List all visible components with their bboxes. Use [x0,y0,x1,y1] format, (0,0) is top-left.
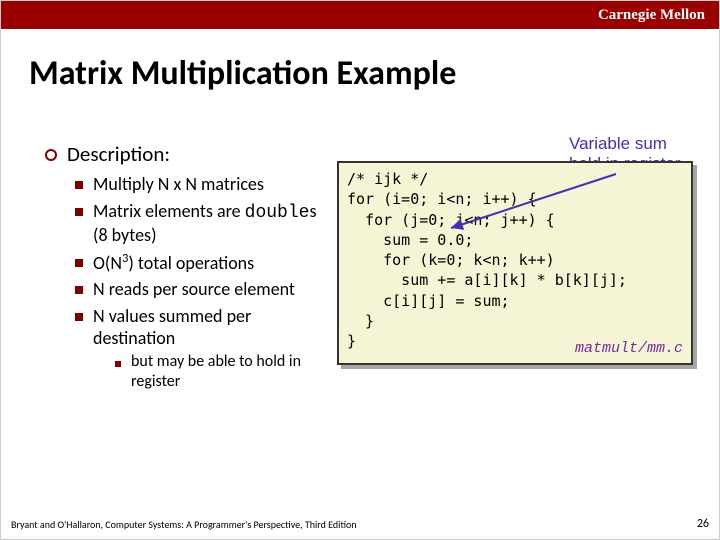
slide-title: Matrix Multiplication Example [29,53,456,94]
list-item: N reads per source element [75,278,325,301]
t: O(N [93,252,122,274]
sub-sub-list: but may be able to hold in register [115,352,325,392]
footer: Bryant and O'Hallaron, Computer Systems:… [11,517,709,531]
list-item-text: N reads per source element [93,278,295,301]
code-lines: /* ijk */ for (i=0; i<n; i++) { for (j=0… [347,169,687,351]
mono: double [245,203,310,223]
ring-bullet-icon [45,149,57,161]
source-file-label: matmult/mm.c [575,339,683,359]
list-item-text: O(N3) total operations [93,251,254,275]
t: Matrix elements are [93,200,245,222]
org-name: Carnegie Mellon [598,7,705,24]
square-bullet-icon [75,181,83,189]
footer-credit: Bryant and O'Hallaron, Computer Systems:… [11,518,357,531]
slide: Carnegie Mellon Matrix Multiplication Ex… [0,0,720,540]
list-item-text: Multiply N x N matrices [93,173,264,196]
top-banner: Carnegie Mellon [1,1,719,29]
square-bullet-icon [75,313,83,321]
list-item: but may be able to hold in register [115,352,325,392]
list-item: Multiply N x N matrices [75,173,325,196]
description-list: Multiply N x N matrices Matrix elements … [75,173,325,396]
square-bullet-icon [75,208,83,216]
list-item-text: but may be able to hold in register [131,352,325,392]
list-item: Matrix elements are doubles (8 bytes) [75,200,325,247]
description-block: Description: Multiply N x N matrices Mat… [45,141,325,400]
list-item-text: N values summed per destination but may … [93,305,325,396]
list-item: O(N3) total operations [75,251,325,275]
t: N values summed per destination [93,305,251,350]
list-item: N values summed per destination but may … [75,305,325,396]
page-number: 26 [697,517,709,531]
square-bullet-icon [75,286,83,294]
t: ) total operations [128,252,254,274]
square-bullet-icon [75,259,83,267]
description-heading: Description: [67,141,170,167]
square-bullet-icon [115,361,121,367]
description-heading-row: Description: [45,141,325,167]
code-box: /* ijk */ for (i=0; i<n; i++) { for (j=0… [337,161,693,365]
callout-line: Variable sum [569,134,681,154]
list-item-text: Matrix elements are doubles (8 bytes) [93,200,325,247]
